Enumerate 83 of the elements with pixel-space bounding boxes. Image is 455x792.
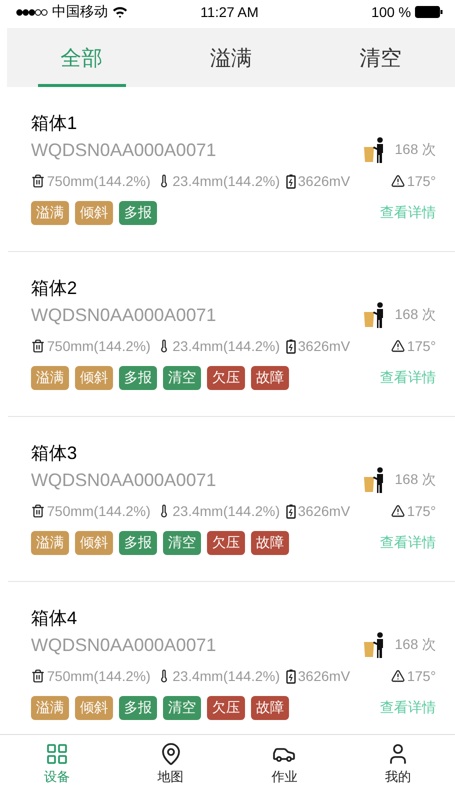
bin-icon xyxy=(31,339,45,353)
metric-value: 3626mV xyxy=(298,173,350,189)
nav-tab[interactable]: 作业 xyxy=(228,735,342,792)
device-serial: WQDSN0AA000A0071 xyxy=(31,634,218,656)
status-tag: 清空 xyxy=(163,531,201,555)
bin-icon xyxy=(31,174,45,188)
battery-icon xyxy=(286,668,296,684)
metric-value: 3626mV xyxy=(298,668,350,684)
status-tag: 多报 xyxy=(119,201,157,225)
details-link[interactable]: 查看详情 xyxy=(380,204,436,222)
warning-icon xyxy=(391,174,406,188)
filter-tab[interactable]: 全部 xyxy=(7,28,156,87)
metric-value: 750mm(144.2%) xyxy=(47,668,150,684)
carrier-name: 中国移动 xyxy=(52,3,108,21)
metric-value: 23.4mm(144.2%) xyxy=(172,338,280,354)
battery-percent: 100 % xyxy=(371,4,411,20)
metric-value: 750mm(144.2%) xyxy=(47,503,150,519)
metric-value: 23.4mm(144.2%) xyxy=(172,173,280,189)
status-tag: 清空 xyxy=(163,366,201,390)
metric-value: 3626mV xyxy=(298,503,350,519)
disposal-count: 168 次 xyxy=(394,141,436,159)
metric-value: 23.4mm(144.2%) xyxy=(172,503,280,519)
status-tag: 欠压 xyxy=(207,366,245,390)
device-name: 箱体4 xyxy=(31,607,78,630)
status-tag: 倾斜 xyxy=(75,531,113,555)
device-serial: WQDSN0AA000A0071 xyxy=(31,140,218,160)
metric-value: 750mm(144.2%) xyxy=(47,173,150,189)
metric-value: 175° xyxy=(407,173,436,189)
status-tag: 倾斜 xyxy=(75,366,113,390)
wifi-icon xyxy=(112,6,128,18)
battery-icon xyxy=(286,504,296,518)
status-tag: 倾斜 xyxy=(75,201,113,225)
status-tag: 故障 xyxy=(251,366,289,390)
details-link[interactable]: 查看详情 xyxy=(380,534,436,552)
device-name: 箱体1 xyxy=(31,112,78,135)
trash-disposal-icon xyxy=(362,632,385,658)
status-tag: 倾斜 xyxy=(75,696,113,720)
status-tag: 多报 xyxy=(119,366,157,390)
disposal-count: 168 次 xyxy=(394,306,436,324)
status-tag: 欠压 xyxy=(207,531,245,555)
metric-value: 175° xyxy=(407,338,436,354)
trash-disposal-icon xyxy=(362,137,385,163)
nav-tab[interactable]: 我的 xyxy=(341,735,455,792)
battery-icon xyxy=(286,338,296,354)
filter-tab[interactable]: 溢满 xyxy=(156,28,306,87)
filter-tab[interactable]: 清空 xyxy=(306,28,455,87)
details-link[interactable]: 查看详情 xyxy=(380,369,436,387)
trash-disposal-icon xyxy=(362,302,385,328)
status-tag: 溢满 xyxy=(31,201,69,225)
disposal-count: 168 次 xyxy=(394,471,436,489)
status-tag: 故障 xyxy=(251,531,289,555)
status-tag: 溢满 xyxy=(31,366,69,390)
status-time: 11:27 AM xyxy=(199,4,260,20)
nav-tab[interactable]: 设备 xyxy=(0,735,114,792)
status-tag: 溢满 xyxy=(31,696,69,720)
signal-icon xyxy=(16,8,48,16)
device-name: 箱体3 xyxy=(31,442,78,465)
warning-icon xyxy=(391,669,406,683)
device-name: 箱体2 xyxy=(31,277,78,300)
status-tag: 清空 xyxy=(163,696,201,720)
metric-value: 175° xyxy=(407,503,436,519)
metric-value: 175° xyxy=(407,668,436,684)
status-tag: 多报 xyxy=(119,531,157,555)
bin-icon xyxy=(31,669,45,683)
nav-tab[interactable]: 地图 xyxy=(114,735,228,792)
warning-icon xyxy=(391,504,406,518)
disposal-count: 168 次 xyxy=(394,636,436,654)
status-tag: 溢满 xyxy=(31,531,69,555)
metric-value: 23.4mm(144.2%) xyxy=(172,668,280,684)
battery-status-icon xyxy=(414,6,443,18)
status-tag: 多报 xyxy=(119,696,157,720)
metric-value: 750mm(144.2%) xyxy=(47,338,150,354)
trash-disposal-icon xyxy=(362,467,385,493)
bin-icon xyxy=(31,504,45,518)
device-serial: WQDSN0AA000A0071 xyxy=(31,470,218,490)
battery-icon xyxy=(286,174,296,188)
device-serial: WQDSN0AA000A0071 xyxy=(31,304,218,326)
grid-icon xyxy=(44,742,69,766)
status-tag: 欠压 xyxy=(207,696,245,720)
metric-value: 3626mV xyxy=(298,338,350,354)
details-link[interactable]: 查看详情 xyxy=(380,699,436,717)
warning-icon xyxy=(391,339,406,353)
status-tag: 故障 xyxy=(251,696,289,720)
